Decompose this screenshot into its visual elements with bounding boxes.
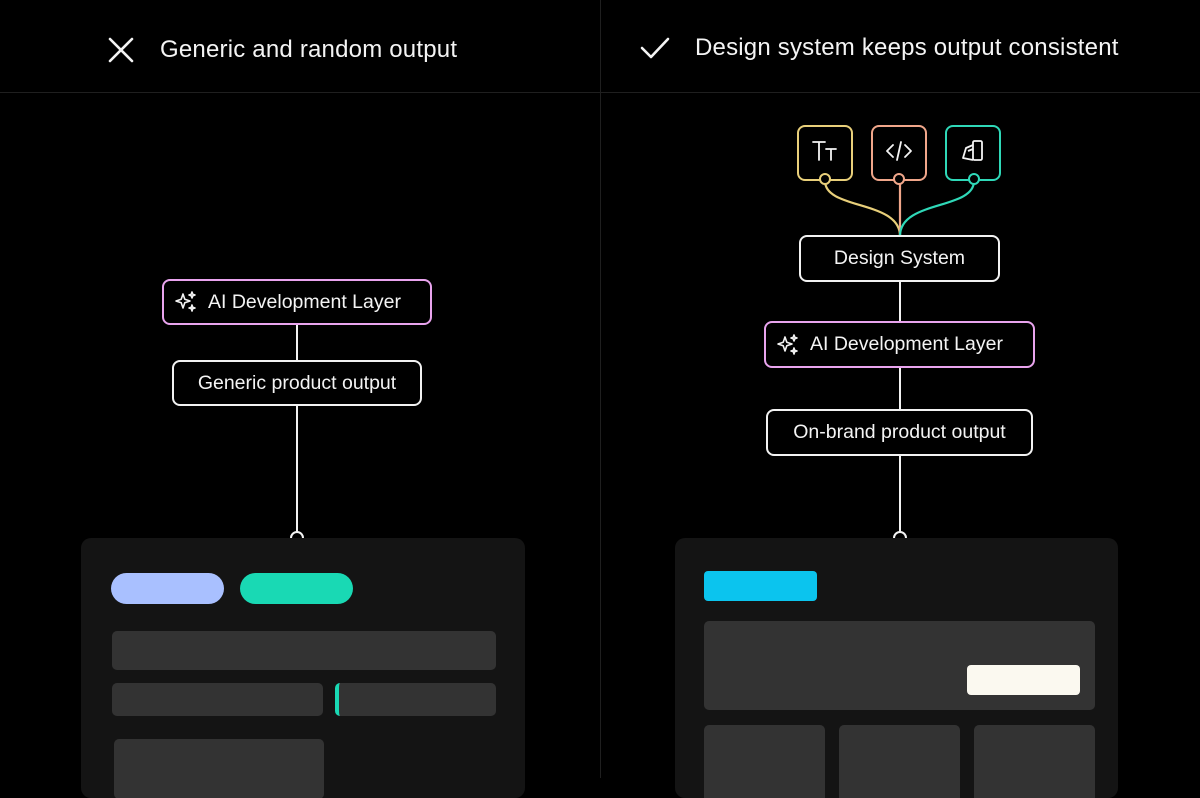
- components-icon: [960, 138, 986, 169]
- ai-layer-label: AI Development Layer: [208, 290, 401, 313]
- on-brand-output-preview: [675, 538, 1118, 798]
- ai-development-layer-node: AI Development Layer: [162, 279, 432, 325]
- token-dot: [893, 173, 905, 185]
- block-bar: [114, 739, 324, 798]
- code-icon: [885, 139, 913, 168]
- grid-tile: [839, 725, 960, 798]
- close-icon: [106, 35, 136, 65]
- design-system-label: Design System: [833, 247, 966, 269]
- ai-development-layer-node: AI Development Layer: [764, 321, 1035, 368]
- connector-line: [899, 368, 901, 410]
- accent-bar: [335, 683, 496, 716]
- right-panel: Design system keeps output consistent De…: [600, 0, 1200, 798]
- left-panel: Generic and random output AI Development…: [0, 0, 600, 798]
- token-dot: [819, 173, 831, 185]
- generic-output-preview: [81, 538, 525, 798]
- design-system-node: Design System: [799, 235, 1000, 282]
- output-label: Generic product output: [197, 371, 397, 394]
- left-heading: Generic and random output: [160, 36, 458, 63]
- connector-line: [296, 325, 298, 360]
- grid-tile: [974, 725, 1095, 798]
- connector-line: [899, 456, 901, 532]
- half-bar: [112, 683, 323, 716]
- sparkle-icon: [776, 333, 800, 357]
- connector-line: [899, 282, 901, 322]
- ai-layer-label: AI Development Layer: [810, 333, 1003, 355]
- connector-line: [296, 406, 298, 532]
- generic-output-node: Generic product output: [172, 360, 422, 406]
- grid-tile: [704, 725, 825, 798]
- left-header: Generic and random output: [106, 4, 457, 96]
- on-brand-output-node: On-brand product output: [766, 409, 1033, 456]
- token-connectors: [823, 180, 976, 237]
- hero-block: [704, 621, 1095, 710]
- sparkle-icon: [174, 290, 198, 314]
- cream-button-placeholder: [967, 665, 1080, 695]
- cyan-chip: [704, 571, 817, 601]
- wide-bar: [112, 631, 496, 670]
- token-dot: [968, 173, 980, 185]
- typography-icon: [811, 139, 839, 168]
- teal-pill: [240, 573, 353, 604]
- output-label: On-brand product output: [793, 421, 1006, 443]
- lavender-pill: [111, 573, 224, 604]
